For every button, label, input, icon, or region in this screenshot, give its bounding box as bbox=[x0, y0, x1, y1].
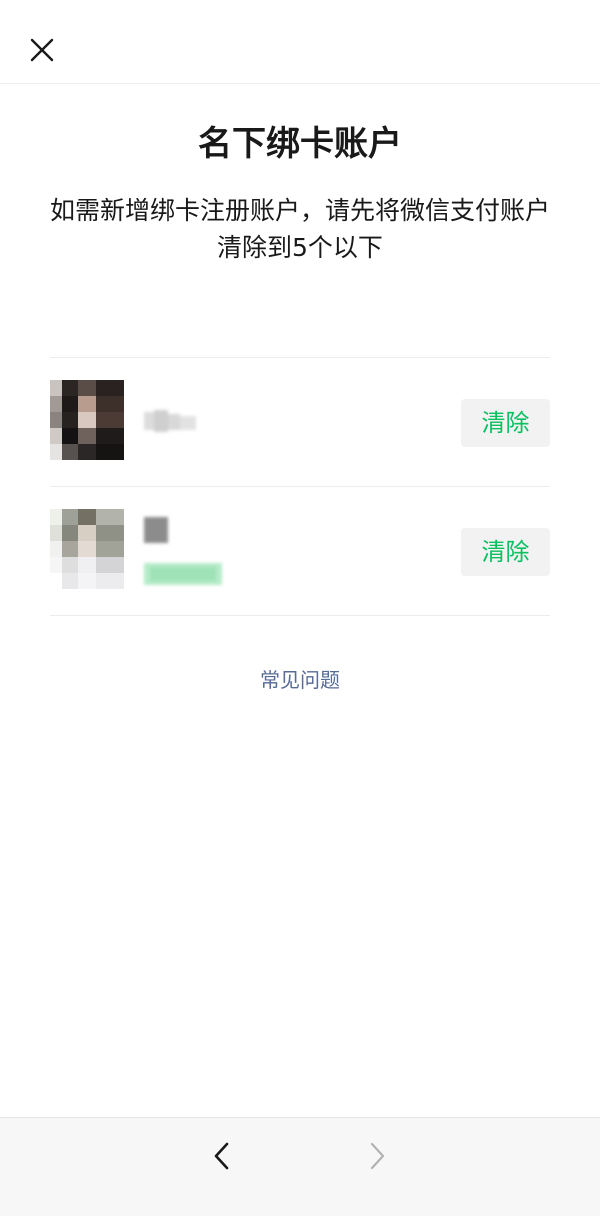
bottom-nav-bar bbox=[0, 1117, 600, 1216]
close-icon[interactable] bbox=[22, 30, 62, 70]
account-list: 清除 清除 bbox=[50, 357, 550, 616]
forward-button bbox=[360, 1138, 396, 1174]
chevron-left-icon[interactable] bbox=[205, 1138, 241, 1174]
account-tag-blurred bbox=[144, 563, 222, 585]
account-name-blurred bbox=[144, 517, 168, 543]
top-bar bbox=[0, 0, 600, 84]
account-row: 清除 bbox=[50, 358, 550, 487]
back-button[interactable] bbox=[205, 1138, 241, 1174]
faq-link[interactable]: 常见问题 bbox=[0, 664, 600, 693]
clear-button[interactable]: 清除 bbox=[461, 528, 550, 576]
avatar bbox=[50, 509, 124, 589]
account-row: 清除 bbox=[50, 487, 550, 616]
chevron-right-icon bbox=[370, 1142, 385, 1170]
clear-button[interactable]: 清除 bbox=[461, 399, 550, 447]
avatar bbox=[50, 380, 124, 460]
close-button[interactable] bbox=[22, 30, 62, 70]
page-description: 如需新增绑卡注册账户，请先将微信支付账户清除到5个以下 bbox=[49, 196, 550, 262]
account-name-blurred bbox=[144, 410, 196, 432]
page-title: 名下绑卡账户 bbox=[198, 124, 402, 164]
